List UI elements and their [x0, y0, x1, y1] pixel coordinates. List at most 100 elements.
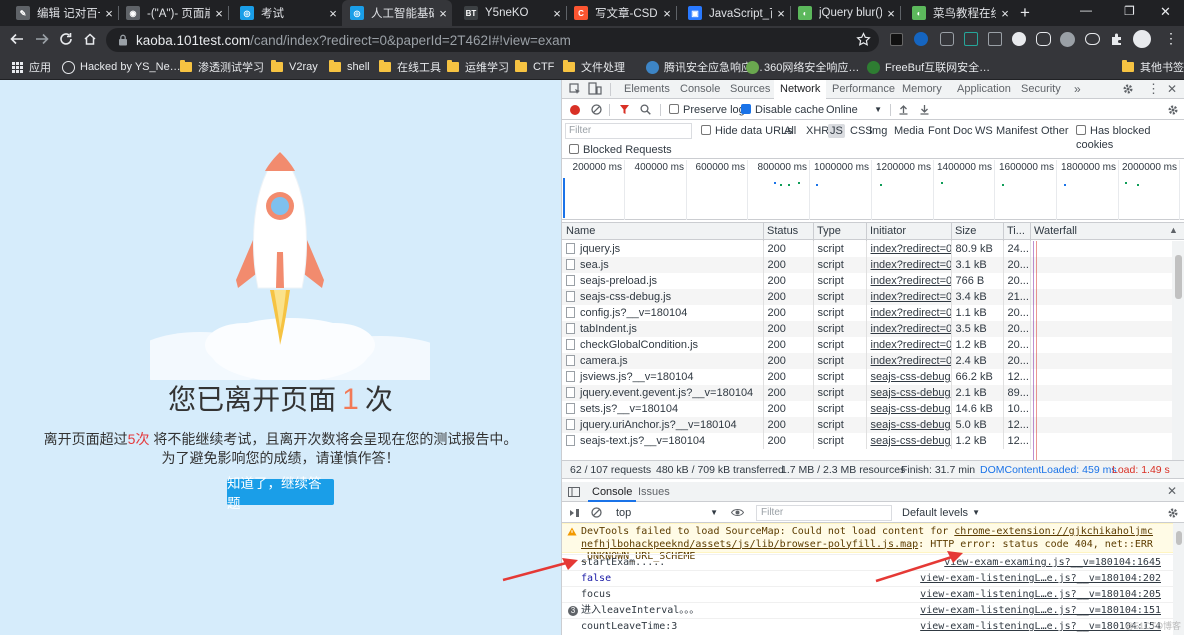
context-select[interactable]: top ▼ — [612, 506, 718, 520]
request-initiator-cell[interactable]: seajs-css-debug.j... — [866, 417, 952, 433]
close-tab-icon[interactable]: × — [100, 6, 118, 21]
close-devtools-icon[interactable]: ✕ — [1167, 80, 1177, 99]
network-settings-gear-icon[interactable] — [1167, 104, 1179, 116]
type-filter-manifest[interactable]: Manifest — [996, 124, 1038, 138]
request-initiator-cell[interactable]: index?redirect=0... — [866, 353, 952, 369]
initiator-link[interactable]: index?redirect=0... — [871, 339, 951, 351]
type-filter-ws[interactable]: WS — [975, 124, 993, 138]
preserve-log-checkbox[interactable]: Preserve log — [669, 103, 745, 117]
close-tab-icon[interactable]: × — [658, 6, 676, 21]
request-row[interactable]: jsviews.js?__v=180104 200 script seajs-css-… — [562, 369, 1173, 385]
console-source-link[interactable]: view-exam-listeningL…e.js?__v=180104:151 — [920, 603, 1161, 618]
browser-tab[interactable]: ◎ 人工智能基础-× — [342, 0, 452, 26]
continue-exam-button[interactable]: 知道了，继续答题 — [227, 476, 334, 511]
import-har-icon[interactable] — [898, 104, 909, 115]
type-filter-xhr[interactable]: XHR — [806, 124, 829, 138]
sort-ascending-icon[interactable]: ▲ — [1169, 225, 1178, 235]
bookmark-item[interactable]: 360网络安全响应… — [746, 58, 859, 76]
bookmark-item[interactable]: 应用 — [12, 58, 51, 76]
extension-4-icon[interactable] — [964, 32, 978, 46]
close-tab-icon[interactable]: × — [996, 6, 1014, 21]
initiator-link[interactable]: index?redirect=0... — [871, 259, 951, 271]
devtools-menu-icon[interactable]: ⋮ — [1147, 80, 1160, 98]
bookmark-item[interactable]: 在线工具 — [379, 58, 441, 76]
browser-tab[interactable]: ◉ -("A")- 页面崩…× — [118, 0, 228, 26]
back-button[interactable] — [10, 32, 24, 46]
network-filter-input[interactable]: Filter — [565, 123, 692, 139]
browser-tab[interactable]: C 写文章-CSDN…× — [566, 0, 676, 26]
request-initiator-cell[interactable]: index?redirect=0... — [866, 337, 952, 353]
extension-3-icon[interactable] — [940, 32, 954, 46]
bookmark-star-icon[interactable] — [856, 32, 871, 47]
extension-8-icon[interactable] — [1060, 32, 1075, 47]
request-initiator-cell[interactable]: seajs-css-debug.j... — [866, 369, 952, 385]
browser-tab[interactable]: BT Y5neKO × — [456, 0, 566, 26]
request-initiator-cell[interactable]: seajs-css-debug.j... — [866, 433, 952, 449]
drawer-tab-issues[interactable]: Issues — [638, 486, 670, 498]
request-row[interactable]: seajs-css-debug.js 200 script index?redirec… — [562, 289, 1173, 305]
initiator-link[interactable]: seajs-css-debug.j... — [871, 371, 951, 383]
initiator-link[interactable]: seajs-css-debug.j... — [871, 403, 951, 415]
forward-button[interactable] — [35, 32, 49, 46]
reload-button[interactable] — [59, 32, 73, 46]
request-initiator-cell[interactable]: index?redirect=0... — [866, 305, 952, 321]
request-row[interactable]: jquery.event.gevent.js?__v=180104 200 scri… — [562, 385, 1173, 401]
type-filter-font[interactable]: Font — [928, 124, 950, 138]
initiator-link[interactable]: index?redirect=0... — [871, 355, 951, 367]
extension-5-icon[interactable] — [988, 32, 1002, 46]
type-filter-doc[interactable]: Doc — [953, 124, 973, 138]
devtools-tab-application[interactable]: Application — [957, 80, 1011, 99]
close-window-button[interactable]: ✕ — [1160, 4, 1171, 20]
bookmark-item[interactable]: shell — [329, 58, 370, 76]
initiator-link[interactable]: seajs-css-debug.j... — [871, 387, 951, 399]
home-button[interactable] — [83, 32, 97, 46]
extension-1-icon[interactable] — [890, 33, 903, 46]
device-toolbar-icon[interactable] — [588, 82, 602, 96]
table-scrollbar[interactable] — [1172, 241, 1184, 460]
type-filter-other[interactable]: Other — [1041, 124, 1069, 138]
close-tab-icon[interactable]: × — [210, 6, 228, 21]
address-bar[interactable]: kaoba.101test.com/cand/index?redirect=0&… — [106, 28, 879, 52]
close-tab-icon[interactable]: × — [434, 6, 452, 21]
browser-tab[interactable]: ◐ 菜鸟教程在线…× — [904, 0, 1014, 26]
devtools-tab-console[interactable]: Console — [680, 80, 720, 99]
type-filter-js[interactable]: JS — [828, 124, 845, 138]
type-filter-img[interactable]: Img — [869, 124, 887, 138]
request-row[interactable]: checkGlobalCondition.js 200 script index?re… — [562, 337, 1173, 353]
browser-tab[interactable]: ▣ JavaScript_百…× — [680, 0, 790, 26]
devtools-tab-security[interactable]: Security — [1021, 80, 1061, 99]
settings-gear-icon[interactable] — [1122, 83, 1134, 95]
throttle-select[interactable]: Online ▼ — [826, 103, 882, 117]
restore-button[interactable]: ❐ — [1124, 4, 1135, 18]
extension-7-icon[interactable] — [1036, 32, 1051, 46]
column-header[interactable]: Type — [817, 225, 841, 237]
column-divider[interactable] — [951, 223, 952, 241]
bookmark-item[interactable]: FreeBuf互联网安全… — [867, 58, 990, 76]
clear-icon[interactable] — [591, 104, 602, 115]
minimize-button[interactable]: — — [1080, 3, 1092, 17]
close-tab-icon[interactable]: × — [548, 6, 566, 21]
column-divider[interactable] — [763, 223, 764, 241]
devtools-tab-sources[interactable]: Sources — [730, 80, 770, 99]
close-tab-icon[interactable]: × — [324, 6, 342, 21]
extension-6-icon[interactable] — [1012, 32, 1026, 46]
devtools-tab-network[interactable]: Network — [774, 80, 827, 100]
clear-console-icon[interactable] — [591, 507, 602, 518]
extension-9-icon[interactable] — [1085, 33, 1100, 45]
extensions-puzzle-icon[interactable] — [1110, 32, 1124, 46]
new-tab-button[interactable]: + — [1020, 3, 1030, 23]
blocked-requests-checkbox[interactable]: Blocked Requests — [569, 143, 672, 157]
column-header[interactable]: Initiator — [870, 225, 906, 237]
request-row[interactable]: jquery.uriAnchor.js?__v=180104 200 script s… — [562, 417, 1173, 433]
browser-tab[interactable]: ◎ 考试 × — [232, 0, 342, 26]
scrollbar-thumb[interactable] — [1175, 255, 1182, 299]
request-row[interactable]: sets.js?__v=180104 200 script seajs-css-deb… — [562, 401, 1173, 417]
type-filter-media[interactable]: Media — [894, 124, 924, 138]
close-tab-icon[interactable]: × — [772, 6, 790, 21]
column-header[interactable]: Ti... — [1007, 225, 1025, 237]
browser-tab[interactable]: ◐ jQuery blur() …× — [790, 0, 900, 26]
request-row[interactable]: sea.js 200script index?redirect=0...3.1 kB… — [562, 257, 1173, 273]
request-initiator-cell[interactable]: index?redirect=0... — [866, 257, 952, 273]
column-divider[interactable] — [1003, 223, 1004, 241]
console-source-link[interactable]: view-exam-listeningL…e.js?__v=180104:205 — [920, 587, 1161, 602]
